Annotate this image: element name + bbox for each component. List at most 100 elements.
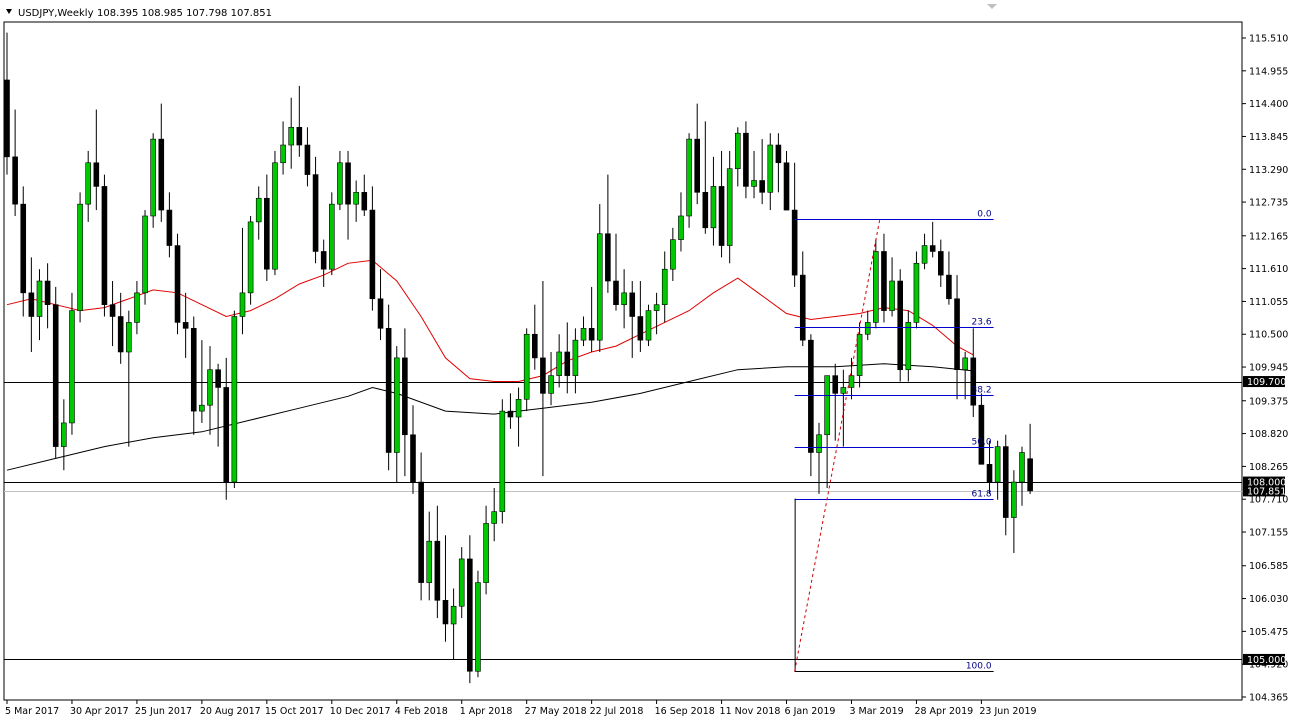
price-badge-label: 107.851: [1247, 486, 1286, 497]
candle-body-bear: [101, 186, 108, 305]
candle[interactable]: [328, 192, 335, 276]
candle-body-bear: [304, 144, 311, 175]
x-tick-label: 5 Mar 2017: [5, 706, 59, 717]
candle[interactable]: [101, 174, 108, 317]
candle-body-bear: [799, 274, 806, 341]
y-tick-label: 108.265: [1249, 462, 1288, 473]
y-tick-label: 112.165: [1249, 231, 1288, 242]
candle-body-bull: [288, 126, 295, 146]
candle-body-bear: [702, 192, 709, 229]
candle-body-bear: [166, 209, 173, 246]
candle-body-bear: [808, 339, 814, 453]
candle[interactable]: [873, 239, 879, 329]
y-tick-label: 113.845: [1249, 132, 1288, 143]
candle[interactable]: [77, 192, 83, 323]
y-tick-label: 105.475: [1249, 627, 1288, 638]
y-tick-label: 114.400: [1249, 99, 1288, 110]
candle[interactable]: [743, 121, 749, 199]
y-tick-label: 109.375: [1249, 396, 1288, 407]
candle-body-bear: [832, 375, 839, 394]
candle-body-bull: [596, 233, 603, 341]
candle[interactable]: [913, 251, 920, 329]
ohlc-values: 108.395 108.985 107.798 107.851: [97, 8, 272, 19]
candle-body-bear: [361, 192, 368, 211]
candle-body-bear: [564, 351, 571, 376]
candle[interactable]: [142, 210, 148, 305]
candle-body-bull: [36, 280, 43, 317]
candle[interactable]: [897, 269, 904, 382]
candle-body-bear: [467, 558, 473, 672]
candle[interactable]: [686, 133, 692, 228]
candle-body-bear: [637, 316, 644, 341]
x-tick-label: 3 Mar 2019: [849, 706, 903, 717]
candle-body-bull: [670, 239, 676, 270]
candle-body-bull: [126, 322, 132, 353]
price-badge-label: 109.700: [1247, 377, 1286, 388]
candle-body-bear: [694, 138, 701, 193]
candle-body-bear: [182, 322, 189, 329]
price-chart[interactable]: 0.0 23.6 38.2 50.0 61.8 100.0 115.510 114.955 1…: [0, 0, 1289, 723]
candle-body-bear: [743, 132, 749, 187]
candle-body-bull: [77, 203, 83, 311]
candle-body-bull: [255, 197, 262, 223]
candle-body-bull: [280, 144, 286, 164]
candle-body-bull: [580, 328, 587, 341]
candle-body-bear: [613, 280, 619, 305]
candle-body-bear: [215, 369, 221, 388]
candle[interactable]: [247, 215, 254, 305]
candle[interactable]: [52, 286, 59, 459]
x-tick-label: 11 Nov 2018: [720, 706, 781, 717]
candle-body-bear: [986, 464, 993, 483]
chart-root[interactable]: 0.0 23.6 38.2 50.0 61.8 100.0 115.510 114.955 1…: [0, 0, 1289, 723]
candle-body-bear: [264, 197, 270, 270]
y-tick-label: 114.955: [1249, 66, 1288, 77]
candle-body-bull: [426, 540, 433, 583]
candle[interactable]: [523, 328, 530, 412]
candle-body-bull: [645, 310, 652, 341]
candle-body-bear: [978, 404, 985, 465]
y-tick-label: 113.290: [1249, 165, 1288, 176]
candle[interactable]: [385, 304, 392, 471]
candle-body-bull: [499, 410, 506, 512]
candle[interactable]: [150, 133, 156, 228]
y-tick-label: 109.945: [1249, 363, 1288, 374]
candle-body-bear: [345, 162, 351, 205]
x-tick-label: 20 Aug 2017: [200, 706, 261, 717]
x-tick-label: 27 May 2018: [525, 706, 587, 717]
candle-body-bull: [621, 292, 627, 305]
candle-body-bull: [572, 339, 579, 376]
candle-body-bull: [678, 215, 684, 240]
candle[interactable]: [231, 310, 238, 488]
candle-body-bull: [548, 375, 554, 394]
x-tick-label: 15 Oct 2017: [265, 706, 324, 717]
fib-level-label: 38.2: [972, 386, 992, 396]
candle-body-bull: [69, 310, 75, 424]
y-tick-label: 106.030: [1249, 594, 1288, 605]
candle-body-bull: [653, 304, 660, 311]
candle-body-bear: [158, 138, 165, 211]
y-tick-label: 111.055: [1249, 297, 1288, 308]
candle[interactable]: [69, 292, 75, 435]
candle-body-bull: [207, 369, 213, 406]
candle[interactable]: [272, 150, 278, 276]
candle-body-bear: [223, 387, 230, 483]
candle-body-bull: [848, 375, 855, 388]
candle-body-bear: [12, 156, 18, 205]
candle-body-bull: [1011, 481, 1017, 518]
candle-body-bull: [921, 245, 928, 264]
candle-body-bear: [109, 304, 116, 317]
candle[interactable]: [475, 570, 481, 678]
candle-body-bull: [1019, 452, 1025, 483]
x-tick-label: 23 Jun 2019: [979, 706, 1036, 717]
candle-body-bear: [190, 328, 197, 412]
candle[interactable]: [645, 304, 652, 347]
candle-body-bull: [353, 192, 359, 205]
candle[interactable]: [174, 233, 181, 335]
candle-body-bear: [629, 292, 636, 317]
candle-body-bull: [661, 268, 668, 305]
candle-body-bear: [402, 357, 408, 436]
candle[interactable]: [499, 399, 506, 524]
y-tick-label: 107.155: [1249, 528, 1288, 539]
candle-body-bull: [816, 434, 822, 453]
candle-body-bull: [231, 316, 238, 483]
